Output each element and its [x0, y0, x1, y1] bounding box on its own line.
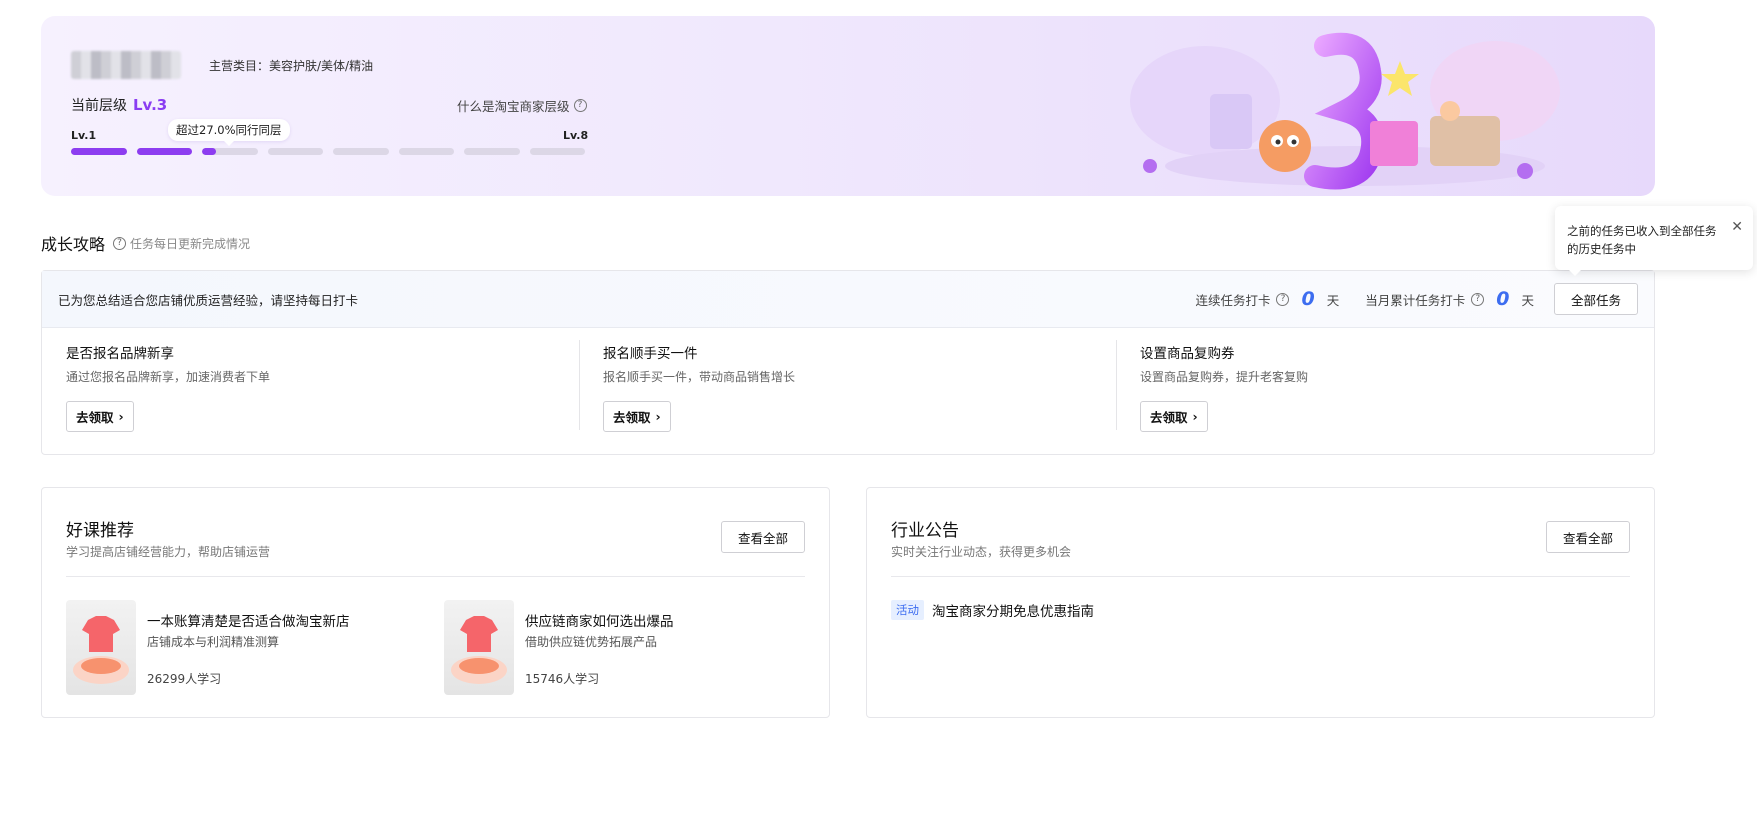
course-students: 15746人学习 [525, 672, 600, 686]
level-progress-bar [71, 148, 585, 155]
level-segment-4 [267, 148, 323, 155]
current-level-label: 当前层级 [71, 98, 127, 114]
task-desc: 通过您报名品牌新享，加速消费者下单 [66, 370, 271, 384]
chevron-right-icon: › [1192, 409, 1198, 424]
level-segment-8 [529, 148, 585, 155]
check-in-banner-text: 已为您总结适合您店铺优质运营经验，请坚持每日打卡 [58, 292, 359, 308]
check-in-stats: 连续任务打卡 ? 0 天 当月累计任务打卡 ? 0 天 全部任务 [1195, 283, 1638, 315]
task-claim-button[interactable]: 去领取 › [66, 401, 134, 432]
task-title: 设置商品复购券 [1140, 346, 1235, 362]
task-desc: 设置商品复购券，提升老客复购 [1140, 370, 1309, 384]
course-desc: 店铺成本与利润精准测算 [147, 635, 280, 649]
notice-item[interactable]: 活动 淘宝商家分期免息优惠指南 [891, 600, 1094, 620]
task-claim-label: 去领取 [1150, 410, 1188, 425]
level-segment-7 [464, 148, 520, 155]
divider [66, 576, 805, 577]
courses-view-all-button[interactable]: 查看全部 [721, 521, 805, 553]
streak-value: 0 [1301, 288, 1315, 310]
level-segment-2 [136, 148, 192, 155]
course-desc: 借助供应链优势拓展产品 [525, 635, 658, 649]
all-tasks-button[interactable]: 全部任务 [1554, 283, 1638, 315]
check-in-banner: 已为您总结适合您店铺优质运营经验，请坚持每日打卡 连续任务打卡 ? 0 天 当月… [42, 271, 1654, 328]
level-min-label: Lv.1 [71, 129, 97, 142]
course-card-subtitle: 学习提高店铺经营能力，帮助店铺运营 [66, 545, 271, 559]
task-item: 是否报名品牌新享 通过您报名品牌新享，加速消费者下单 去领取 › [42, 340, 579, 442]
merchant-level-banner: 主营类目：美容护肤/美体/精油 当前层级 Lv.3 什么是淘宝商家层级 ? Lv.… [41, 16, 1655, 196]
level-segment-6 [398, 148, 454, 155]
course-thumbnail-icon [444, 600, 514, 695]
course-item[interactable]: 一本账算清楚是否适合做淘宝新店 店铺成本与利润精准测算 26299人学习 [66, 600, 426, 695]
what-is-level-text: 什么是淘宝商家层级 [457, 99, 570, 114]
task-item: 报名顺手买一件 报名顺手买一件，带动商品销售增长 去领取 › [579, 340, 1116, 442]
growth-strategy-hint: ? 任务每日更新完成情况 [113, 235, 250, 252]
level-segment-3 [202, 148, 258, 155]
task-desc: 报名顺手买一件，带动商品销售增长 [603, 370, 796, 384]
peer-rank-bubble: 超过27.0%同行同层 [168, 119, 290, 146]
level-segment-5 [333, 148, 389, 155]
industry-notice-card: 行业公告 实时关注行业动态，获得更多机会 查看全部 活动 淘宝商家分期免息优惠指… [866, 487, 1655, 718]
month-unit: 天 [1521, 292, 1534, 308]
current-level: 当前层级 Lv.3 [71, 95, 167, 115]
month-label: 当月累计任务打卡 [1365, 292, 1466, 308]
help-icon[interactable]: ? [113, 236, 127, 250]
course-students: 26299人学习 [147, 672, 222, 686]
level-3-illustration-icon [1130, 32, 1560, 190]
notice-tag: 活动 [891, 600, 924, 620]
notice-card-title: 行业公告 [891, 521, 959, 541]
notice-title: 淘宝商家分期免息优惠指南 [932, 604, 1094, 620]
chevron-right-icon: › [655, 409, 661, 424]
tooltip-text: 之前的任务已收入到全部任务的历史任务中 [1567, 224, 1717, 256]
course-title: 一本账算清楚是否适合做淘宝新店 [147, 614, 350, 630]
divider [891, 576, 1630, 577]
course-title: 供应链商家如何选出爆品 [525, 614, 674, 630]
current-level-value: Lv.3 [133, 96, 168, 114]
task-title: 报名顺手买一件 [603, 346, 698, 362]
streak-unit: 天 [1326, 292, 1340, 308]
task-item: 设置商品复购券 设置商品复购券，提升老客复购 去领取 › [1116, 340, 1653, 442]
growth-strategy-header: 成长攻略 ? 任务每日更新完成情况 [41, 231, 250, 255]
notices-view-all-button[interactable]: 查看全部 [1546, 521, 1630, 553]
task-claim-button[interactable]: 去领取 › [603, 401, 671, 432]
growth-hint-text: 任务每日更新完成情况 [130, 236, 251, 251]
task-list: 是否报名品牌新享 通过您报名品牌新享，加速消费者下单 去领取 › 报名顺手买一件 … [42, 328, 1654, 442]
task-title: 是否报名品牌新享 [66, 346, 174, 362]
what-is-level-link[interactable]: 什么是淘宝商家层级 ? [457, 96, 587, 115]
help-icon[interactable]: ? [1471, 292, 1485, 306]
chevron-right-icon: › [118, 409, 124, 424]
level-max-label: Lv.8 [563, 129, 589, 142]
close-icon[interactable]: ✕ [1731, 218, 1743, 236]
help-icon: ? [573, 99, 587, 112]
help-icon[interactable]: ? [1276, 292, 1290, 306]
page-root: 主营类目：美容护肤/美体/精油 当前层级 Lv.3 什么是淘宝商家层级 ? Lv.… [0, 0, 1757, 814]
notice-card-subtitle: 实时关注行业动态，获得更多机会 [891, 545, 1072, 559]
level-segment-1 [71, 148, 127, 155]
growth-strategy-card: 已为您总结适合您店铺优质运营经验，请坚持每日打卡 连续任务打卡 ? 0 天 当月… [41, 270, 1655, 455]
course-recommend-card: 好课推荐 学习提高店铺经营能力，帮助店铺运营 查看全部 一本账算清楚是否适合做淘… [41, 487, 830, 718]
task-claim-label: 去领取 [613, 410, 651, 425]
course-card-title: 好课推荐 [66, 521, 134, 541]
main-category: 主营类目：美容护肤/美体/精油 [209, 59, 374, 73]
course-item[interactable]: 供应链商家如何选出爆品 借助供应链优势拓展产品 15746人学习 [444, 600, 804, 695]
streak-label: 连续任务打卡 [1195, 292, 1271, 308]
course-thumbnail-icon [66, 600, 136, 695]
task-claim-label: 去领取 [76, 410, 114, 425]
growth-strategy-title: 成长攻略 [41, 235, 106, 254]
task-claim-button[interactable]: 去领取 › [1140, 401, 1208, 432]
month-value: 0 [1496, 288, 1510, 310]
history-tasks-tooltip: 之前的任务已收入到全部任务的历史任务中 ✕ [1555, 206, 1753, 276]
shop-name-blurred [71, 51, 181, 79]
level-segment-3-fill [202, 148, 216, 155]
